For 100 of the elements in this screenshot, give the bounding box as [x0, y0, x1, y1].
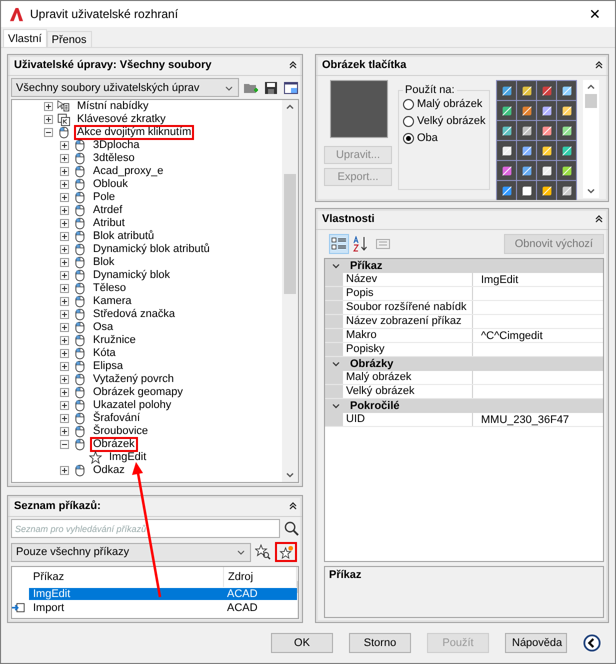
expander-icon[interactable]	[60, 336, 69, 345]
tree-item[interactable]: Těleso	[90, 281, 130, 296]
chevron-icon[interactable]	[331, 401, 341, 411]
tree-item[interactable]: Akce dvojitým kliknutím	[74, 125, 194, 140]
tree-item[interactable]: Dynamický blok	[90, 268, 174, 283]
dialog-button[interactable]: Nápověda	[505, 633, 567, 653]
tree-item[interactable]: Obrázek	[90, 437, 138, 452]
tree-item[interactable]: 3dtěleso	[90, 151, 138, 166]
expander-icon[interactable]	[60, 245, 69, 254]
dialog-button[interactable]: Storno	[349, 633, 411, 653]
scrollbar-thumb[interactable]	[284, 174, 296, 294]
radio-option[interactable]: Velký obrázek	[403, 115, 486, 127]
thumbnail-icon[interactable]	[537, 161, 556, 180]
tab[interactable]: Přenos	[46, 31, 92, 47]
expander-icon[interactable]	[60, 206, 69, 215]
thumbnail-icon[interactable]	[517, 121, 536, 140]
thumbnail-icon[interactable]	[517, 81, 536, 100]
categorized-icon[interactable]	[330, 235, 348, 253]
chevron-icon[interactable]	[331, 359, 341, 369]
star-search-icon[interactable]	[255, 544, 271, 560]
thumbnail-icon[interactable]	[497, 181, 516, 200]
expander-icon[interactable]	[60, 414, 69, 423]
tree-item[interactable]: Obrázek geomapy	[90, 385, 186, 400]
expander-icon[interactable]	[60, 310, 69, 319]
tree-item[interactable]: Elipsa	[90, 359, 126, 374]
expander-icon[interactable]	[60, 219, 69, 228]
expander-icon[interactable]	[60, 180, 69, 189]
thumbnail-icon[interactable]	[537, 141, 556, 160]
expander-icon[interactable]	[60, 258, 69, 267]
thumbnail-icon[interactable]	[537, 181, 556, 200]
file-dropdown[interactable]: Všechny soubory uživatelských úprav	[11, 78, 239, 97]
expander-icon[interactable]	[60, 349, 69, 358]
tree-item[interactable]: Acad_proxy_e	[90, 164, 166, 179]
tree-item[interactable]: Dynamický blok atributů	[90, 242, 213, 257]
tree-item[interactable]: Místní nabídky	[74, 100, 152, 114]
tree-item[interactable]: Kružnice	[90, 333, 139, 348]
thumbnail-icon[interactable]	[557, 81, 576, 100]
thumbnail-icon[interactable]	[497, 121, 516, 140]
expander-icon[interactable]	[60, 284, 69, 293]
expander-icon[interactable]	[60, 193, 69, 202]
expander-icon[interactable]	[60, 401, 69, 410]
tree-item[interactable]: Osa	[90, 320, 116, 335]
thumbnail-icon[interactable]	[517, 161, 536, 180]
thumbnail-icon[interactable]	[517, 181, 536, 200]
thumbnail-icon[interactable]	[497, 141, 516, 160]
tree-item[interactable]: ImgEdit	[106, 450, 150, 465]
window-icon[interactable]	[283, 80, 299, 96]
thumbnail-icon[interactable]	[497, 161, 516, 180]
sort-icon[interactable]	[352, 235, 370, 253]
tree-item[interactable]: Vytažený povrch	[90, 372, 177, 387]
scrollbar[interactable]	[282, 100, 298, 482]
thumbnail-icon[interactable]	[537, 121, 556, 140]
expander-icon[interactable]	[60, 427, 69, 436]
expander-icon[interactable]	[60, 271, 69, 280]
tree-item[interactable]: Pole	[90, 190, 118, 205]
collapse-left-icon[interactable]	[583, 634, 601, 652]
collapse-icon[interactable]	[594, 60, 604, 70]
chevron-icon[interactable]	[331, 261, 341, 271]
thumbnail-icon[interactable]	[497, 81, 516, 100]
close-button[interactable]: ✕	[575, 1, 615, 27]
tree-item[interactable]: Atribut	[90, 216, 128, 231]
new-command-button[interactable]	[275, 542, 297, 562]
expander-icon[interactable]	[60, 375, 69, 384]
collapse-icon[interactable]	[288, 60, 298, 70]
expander-icon[interactable]	[60, 232, 69, 241]
search-field[interactable]: Seznam pro vyhledávání příkazů	[11, 519, 280, 538]
collapse-icon[interactable]	[594, 214, 604, 224]
tree-item[interactable]: Klávesové zkratky	[74, 112, 169, 127]
thumbnail-icon[interactable]	[537, 81, 556, 100]
expander-icon[interactable]	[60, 297, 69, 306]
thumbnail-icon[interactable]	[557, 161, 576, 180]
thumbnail-icon[interactable]	[517, 101, 536, 120]
thumbnail-icon[interactable]	[537, 101, 556, 120]
expander-icon[interactable]	[60, 362, 69, 371]
expander-icon[interactable]	[60, 466, 69, 475]
tree-item[interactable]: Kamera	[90, 294, 135, 309]
tree-item[interactable]: Blok	[90, 255, 118, 270]
search-icon[interactable]	[284, 521, 299, 536]
thumbnail-icon[interactable]	[557, 141, 576, 160]
column-header[interactable]: Příkaz	[29, 567, 224, 587]
tree-item[interactable]: Šroubovice	[90, 424, 152, 439]
expander-icon[interactable]	[60, 154, 69, 163]
expander-icon[interactable]	[60, 141, 69, 150]
tree-item[interactable]: Blok atributů	[90, 229, 158, 244]
tree-item[interactable]: Středová značka	[90, 307, 178, 322]
tree-item[interactable]: Kóta	[90, 346, 119, 361]
tree-item[interactable]: Oblouk	[90, 177, 131, 192]
thumbnail-icon[interactable]	[497, 101, 516, 120]
expander-icon[interactable]	[44, 115, 53, 124]
expander-icon[interactable]	[44, 102, 53, 111]
expander-icon[interactable]	[60, 440, 69, 449]
expander-icon[interactable]	[60, 167, 69, 176]
thumbnail-icon[interactable]	[557, 101, 576, 120]
scrollbar[interactable]	[583, 80, 600, 198]
tree-item[interactable]: 3Dplocha	[90, 138, 142, 153]
expander-icon[interactable]	[60, 388, 69, 397]
tree-item[interactable]: Odkaz	[90, 463, 128, 478]
expander-icon[interactable]	[44, 128, 53, 137]
thumbnail-icon[interactable]	[557, 181, 576, 200]
expander-icon[interactable]	[60, 323, 69, 332]
